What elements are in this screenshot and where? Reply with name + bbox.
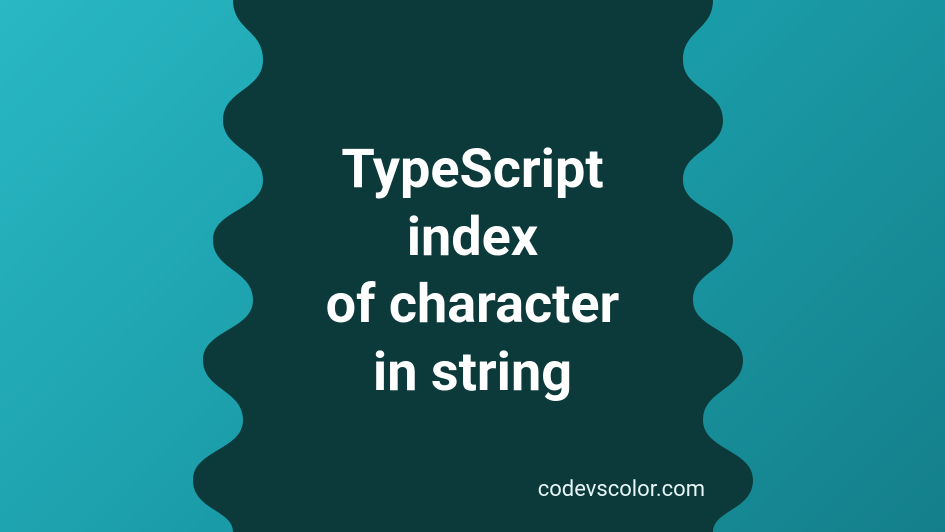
- banner-title: TypeScript index of character in string: [326, 136, 620, 406]
- title-line-3: of character: [326, 271, 620, 339]
- title-line-1: TypeScript: [326, 136, 620, 204]
- attribution-text: codevscolor.com: [538, 477, 705, 502]
- title-line-4: in string: [326, 339, 620, 407]
- title-line-2: index: [326, 204, 620, 272]
- banner-canvas: TypeScript index of character in string …: [0, 0, 945, 532]
- content-area: TypeScript index of character in string: [0, 0, 945, 532]
